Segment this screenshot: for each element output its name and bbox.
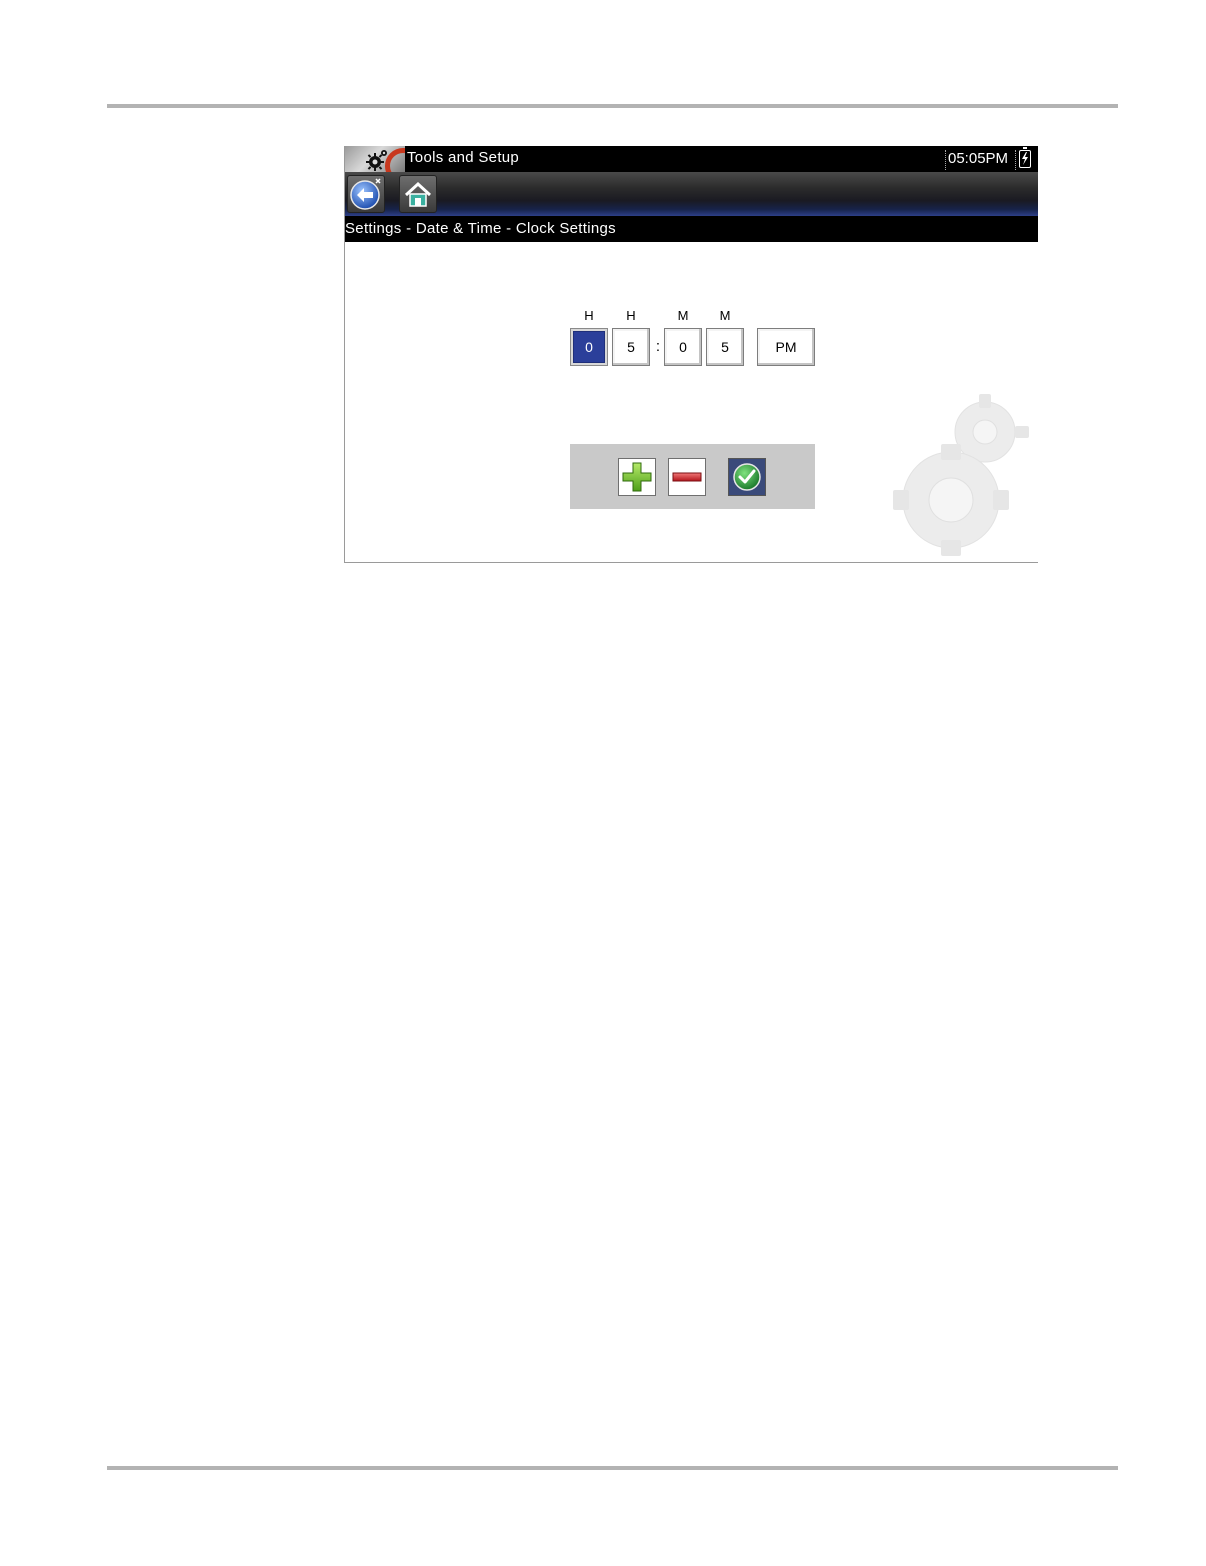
title-bar: Tools and Setup 05:05PM — [345, 146, 1038, 172]
decrement-button[interactable] — [668, 458, 706, 496]
back-arrow-icon — [350, 178, 381, 210]
home-icon — [404, 181, 432, 207]
tools-gear-icon[interactable] — [345, 146, 405, 172]
hour-ones-label: H — [626, 308, 636, 323]
meridiem-toggle[interactable]: PM — [757, 328, 815, 366]
minute-ones-digit[interactable]: 5 — [706, 328, 744, 366]
hour-ones-digit[interactable]: 5 — [612, 328, 650, 366]
gear-watermark-icon — [893, 394, 1029, 556]
minute-tens-label: M — [677, 308, 689, 323]
hour-tens-digit[interactable]: 0 — [570, 328, 608, 366]
plus-icon — [622, 462, 652, 492]
title-separator — [1015, 150, 1016, 170]
increment-button[interactable] — [618, 458, 656, 496]
title-separator — [945, 150, 946, 170]
home-button[interactable] — [399, 175, 437, 213]
app-title: Tools and Setup — [407, 149, 520, 166]
device-screen: Tools and Setup 05:05PM Settings - Date … — [344, 146, 1038, 563]
minute-tens-digit[interactable]: 0 — [664, 328, 702, 366]
page-bottom-rule — [107, 1466, 1118, 1470]
time-separator: : — [655, 338, 661, 355]
minus-icon — [672, 472, 702, 482]
confirm-button[interactable] — [728, 458, 766, 496]
toolbar — [345, 172, 1038, 216]
checkmark-icon — [733, 463, 761, 491]
page-top-rule — [107, 104, 1118, 108]
breadcrumb: Settings - Date & Time - Clock Settings — [345, 216, 1038, 242]
battery-icon — [1019, 147, 1031, 168]
hour-tens-label: H — [584, 308, 594, 323]
control-panel — [570, 444, 815, 509]
clock-readout: 05:05PM — [948, 150, 1009, 167]
back-button[interactable] — [347, 175, 385, 213]
minute-ones-label: M — [719, 308, 731, 323]
